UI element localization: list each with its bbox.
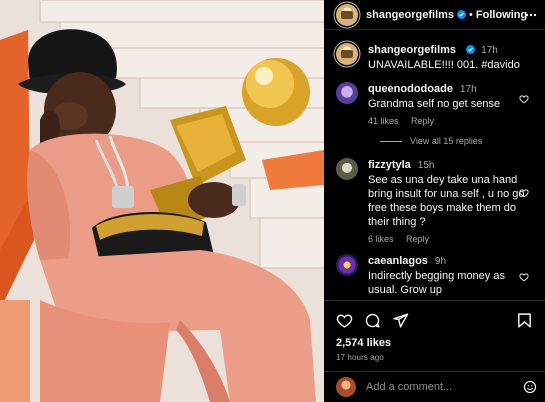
reply-button[interactable]: Reply — [411, 116, 434, 126]
comment-text: Grandma self no get sense — [368, 98, 501, 110]
heart-icon[interactable] — [336, 312, 353, 329]
add-comment-bar — [324, 371, 545, 402]
commenter-avatar[interactable] — [336, 158, 358, 180]
caption-time[interactable]: 17h — [481, 45, 498, 56]
comment-time[interactable]: 9h — [435, 256, 446, 267]
likes-count[interactable]: 2,574 likes — [336, 337, 533, 349]
share-icon[interactable] — [392, 312, 409, 329]
comment-username[interactable]: caeanlagos — [368, 255, 428, 267]
verified-badge-icon — [457, 10, 467, 19]
caption: shangeorgefilms 17h UNAVAILABLE!!!! 001.… — [336, 43, 535, 72]
like-comment-heart-icon[interactable] — [519, 272, 529, 282]
comments-list[interactable]: shangeorgefilms 17h UNAVAILABLE!!!! 001.… — [324, 31, 545, 300]
author-username[interactable]: shangeorgefilms — [366, 9, 454, 21]
like-comment-heart-icon[interactable] — [519, 188, 529, 198]
reply-button[interactable]: Reply — [406, 234, 429, 244]
more-options-icon[interactable] — [525, 9, 537, 21]
comment-input[interactable] — [366, 381, 516, 393]
caption-text: UNAVAILABLE!!!! 001. #davido — [368, 59, 520, 71]
comment-item: caeanlagos 9h Indirectly begging money as… — [336, 254, 535, 297]
author-avatar[interactable] — [336, 3, 358, 26]
comment-likes[interactable]: 6 likes — [368, 234, 394, 244]
emoji-icon[interactable] — [523, 380, 537, 394]
post-timestamp[interactable]: 17 hours ago — [336, 353, 533, 362]
photo-illustration — [0, 0, 324, 402]
comment-likes[interactable]: 41 likes — [368, 116, 399, 126]
comment-item: queenododoade 17h Grandma self no get sen… — [336, 82, 535, 126]
commenter-avatar[interactable] — [336, 254, 358, 276]
view-replies-button[interactable]: View all 15 replies — [380, 136, 535, 146]
bookmark-icon[interactable] — [516, 312, 533, 329]
comment-text: See as una dey take una hand bring insul… — [368, 174, 525, 228]
current-user-avatar — [336, 377, 356, 397]
post-actions: 2,574 likes 17 hours ago — [324, 300, 545, 370]
post-photo[interactable] — [0, 0, 324, 402]
comment-text: Indirectly begging money as usual. Grow … — [368, 270, 505, 296]
caption-avatar[interactable] — [336, 43, 358, 65]
post-details-panel: shangeorgefilms • Following shangeorgefi… — [324, 0, 545, 402]
verified-badge-icon — [466, 45, 476, 54]
comment-icon[interactable] — [364, 312, 381, 329]
caption-username[interactable]: shangeorgefilms — [368, 44, 456, 56]
comment-time[interactable]: 17h — [460, 84, 477, 95]
comment-item: fizzytyla 15h See as una dey take una han… — [336, 158, 535, 244]
following-button[interactable]: Following — [476, 9, 527, 21]
header-separator: • — [469, 8, 473, 21]
comment-username[interactable]: queenododoade — [368, 83, 453, 95]
commenter-avatar[interactable] — [336, 82, 358, 104]
comment-time[interactable]: 15h — [418, 160, 435, 171]
comment-username[interactable]: fizzytyla — [368, 159, 411, 171]
like-comment-heart-icon[interactable] — [519, 94, 529, 104]
post-header: shangeorgefilms • Following — [324, 0, 545, 30]
